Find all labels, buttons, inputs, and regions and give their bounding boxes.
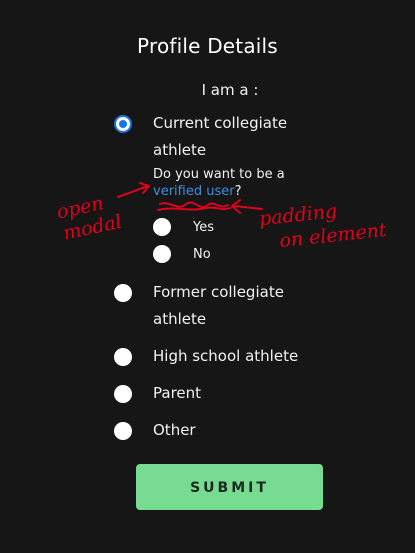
option-parent-label[interactable]: Parent [153, 380, 201, 407]
page-title: Profile Details [137, 34, 278, 58]
option-other-label[interactable]: Other [153, 417, 196, 444]
radio-parent[interactable] [114, 385, 132, 403]
verify-question: Do you want to be a verified user? [153, 166, 313, 200]
verify-no-label[interactable]: No [193, 247, 211, 262]
note-on-element-line: on element [278, 219, 387, 252]
note-modal-line: modal [61, 211, 123, 245]
verify-question-mark: ? [234, 184, 242, 199]
profile-details-page: Profile Details I am a : Current collegi… [0, 0, 415, 553]
role-prompt: I am a : [201, 81, 259, 99]
note-open-line: open [55, 192, 106, 223]
option-current-collegiate-label[interactable]: Current collegiate athlete [153, 110, 287, 164]
option-label-line1: Current collegiate [153, 114, 288, 132]
arrow-to-padding [231, 199, 263, 214]
radio-high-school[interactable] [114, 348, 132, 366]
radio-former-collegiate[interactable] [114, 284, 132, 302]
verified-user-link[interactable]: verified user [153, 184, 235, 199]
option-high-school-label[interactable]: High school athlete [153, 343, 298, 370]
note-padding-line: padding [258, 200, 338, 230]
option-former-collegiate-label[interactable]: Former collegiate athlete [153, 279, 284, 333]
radio-current-collegiate[interactable] [114, 115, 132, 133]
arrow-to-link [117, 182, 150, 198]
radio-other[interactable] [114, 422, 132, 440]
option-label-line2: athlete [153, 310, 207, 328]
note-padding: padding on element [258, 195, 388, 254]
verify-question-text: Do you want to be a [153, 167, 285, 182]
radio-verify-yes[interactable] [153, 218, 171, 236]
option-label-line1: Former collegiate [153, 283, 284, 301]
option-label-line2: athlete [153, 141, 207, 159]
verify-yes-label[interactable]: Yes [193, 220, 214, 235]
radio-verify-no[interactable] [153, 245, 171, 263]
submit-button[interactable]: SUBMIT [136, 464, 323, 510]
note-open-modal: open modal [55, 189, 124, 245]
scribble-mark [159, 201, 229, 208]
